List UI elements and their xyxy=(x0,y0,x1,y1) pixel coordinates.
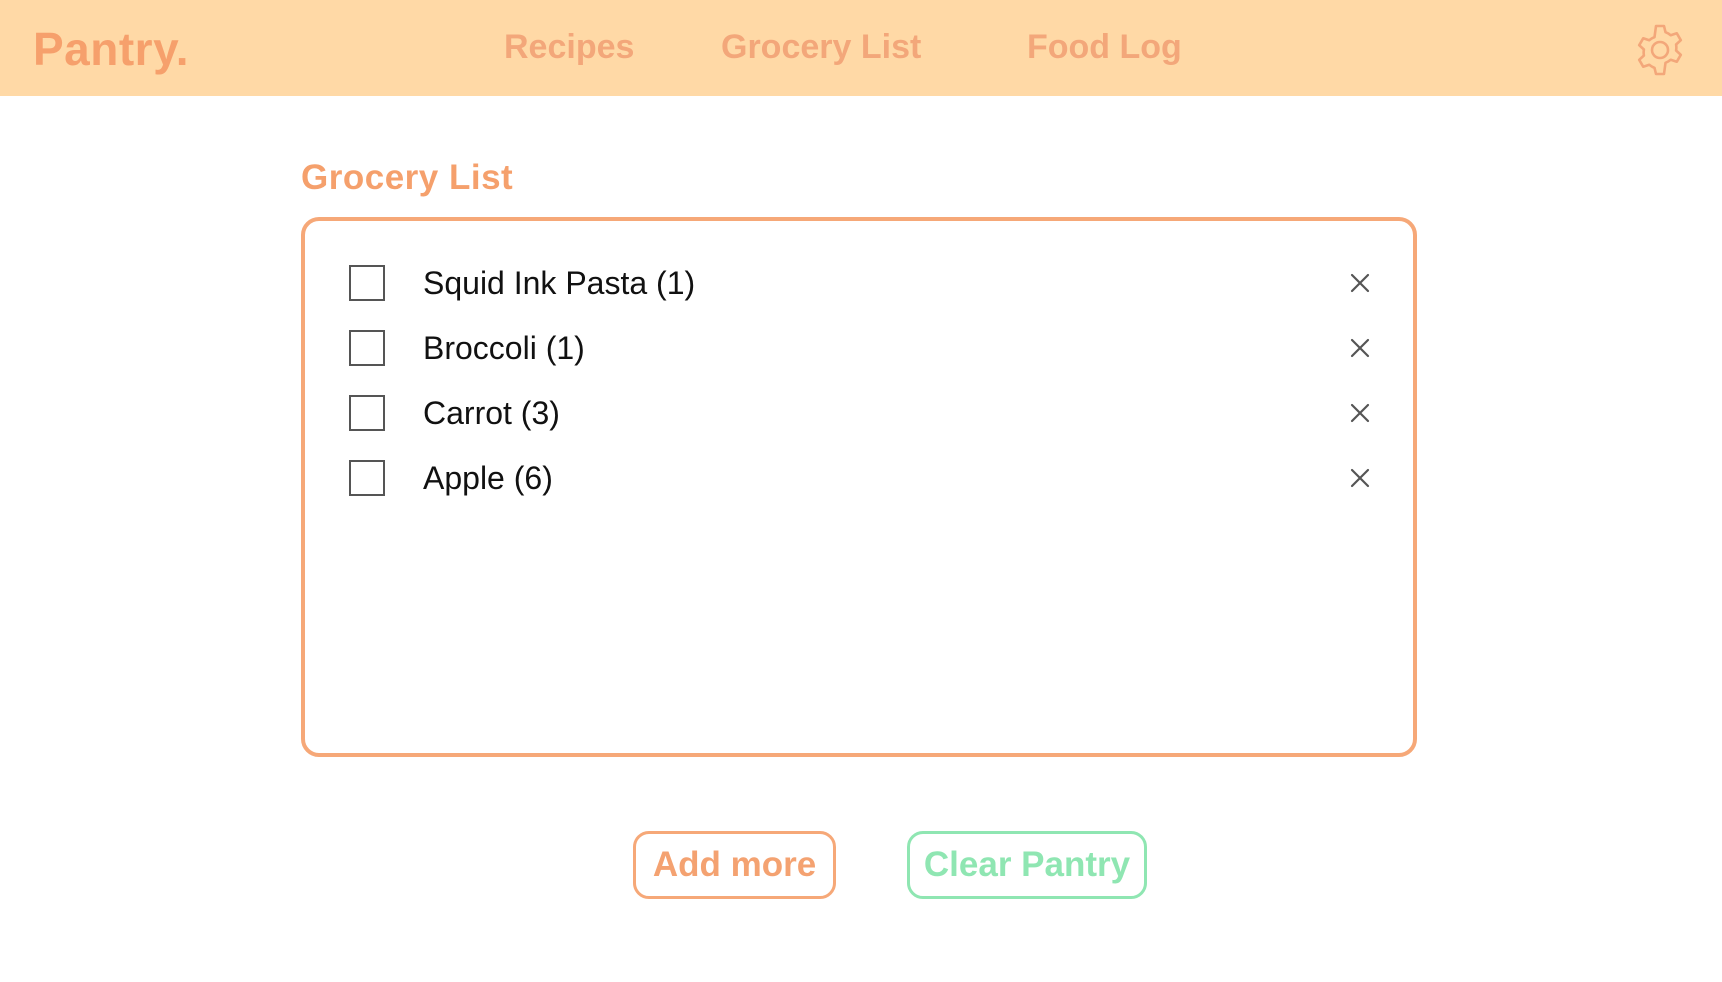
grocery-list-box: Squid Ink Pasta (1) Broccoli (1) Carrot … xyxy=(301,217,1417,757)
item-checkbox[interactable] xyxy=(349,330,385,366)
close-icon[interactable] xyxy=(1347,465,1373,491)
item-checkbox[interactable] xyxy=(349,395,385,431)
list-item: Carrot (3) xyxy=(349,393,1379,433)
item-checkbox[interactable] xyxy=(349,265,385,301)
add-more-button[interactable]: Add more xyxy=(633,831,836,899)
item-label: Squid Ink Pasta (1) xyxy=(423,265,696,301)
page-title: Grocery List xyxy=(301,158,514,197)
item-checkbox[interactable] xyxy=(349,460,385,496)
top-nav-bar: Pantry. Recipes Grocery List Food Log xyxy=(0,0,1722,96)
close-icon[interactable] xyxy=(1347,270,1373,296)
gear-icon[interactable] xyxy=(1632,22,1688,78)
item-label: Carrot (3) xyxy=(423,395,560,431)
list-item: Squid Ink Pasta (1) xyxy=(349,263,1379,303)
list-item: Apple (6) xyxy=(349,458,1379,498)
clear-pantry-button[interactable]: Clear Pantry xyxy=(907,831,1147,899)
close-icon[interactable] xyxy=(1347,400,1373,426)
nav-item-food-log[interactable]: Food Log xyxy=(1027,28,1182,67)
item-label: Apple (6) xyxy=(423,460,553,496)
list-item: Broccoli (1) xyxy=(349,328,1379,368)
nav-item-recipes[interactable]: Recipes xyxy=(504,28,634,67)
item-label: Broccoli (1) xyxy=(423,330,585,366)
nav-item-grocery-list[interactable]: Grocery List xyxy=(721,28,921,67)
close-icon[interactable] xyxy=(1347,335,1373,361)
app-logo[interactable]: Pantry. xyxy=(33,22,189,76)
